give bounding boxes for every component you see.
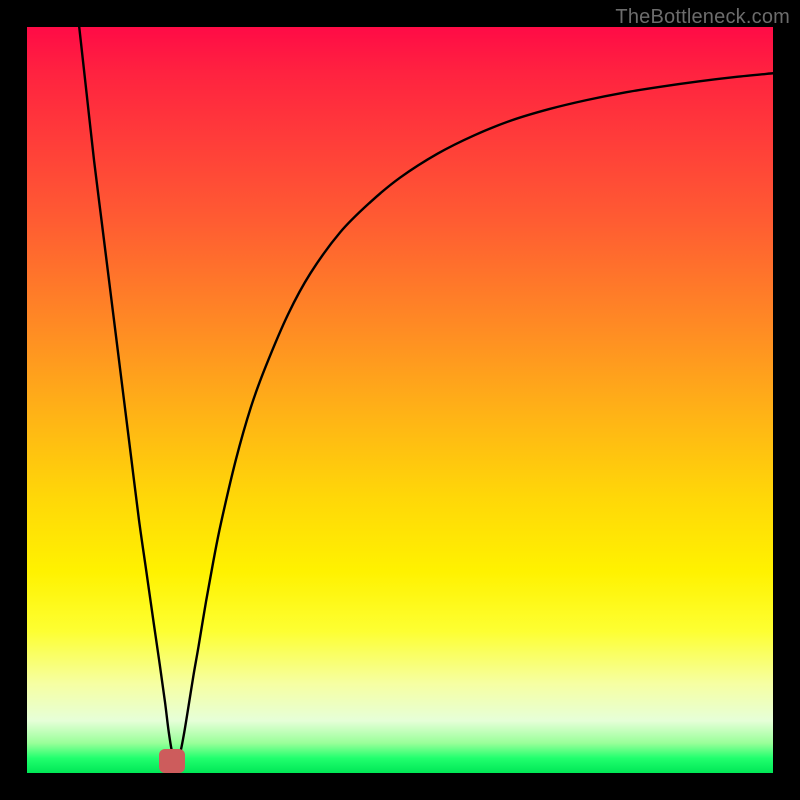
- bottleneck-curve: [27, 27, 773, 773]
- plot-area: [27, 27, 773, 773]
- watermark-text: TheBottleneck.com: [615, 6, 790, 29]
- optimum-marker: [159, 749, 185, 773]
- chart-frame: TheBottleneck.com: [0, 0, 800, 800]
